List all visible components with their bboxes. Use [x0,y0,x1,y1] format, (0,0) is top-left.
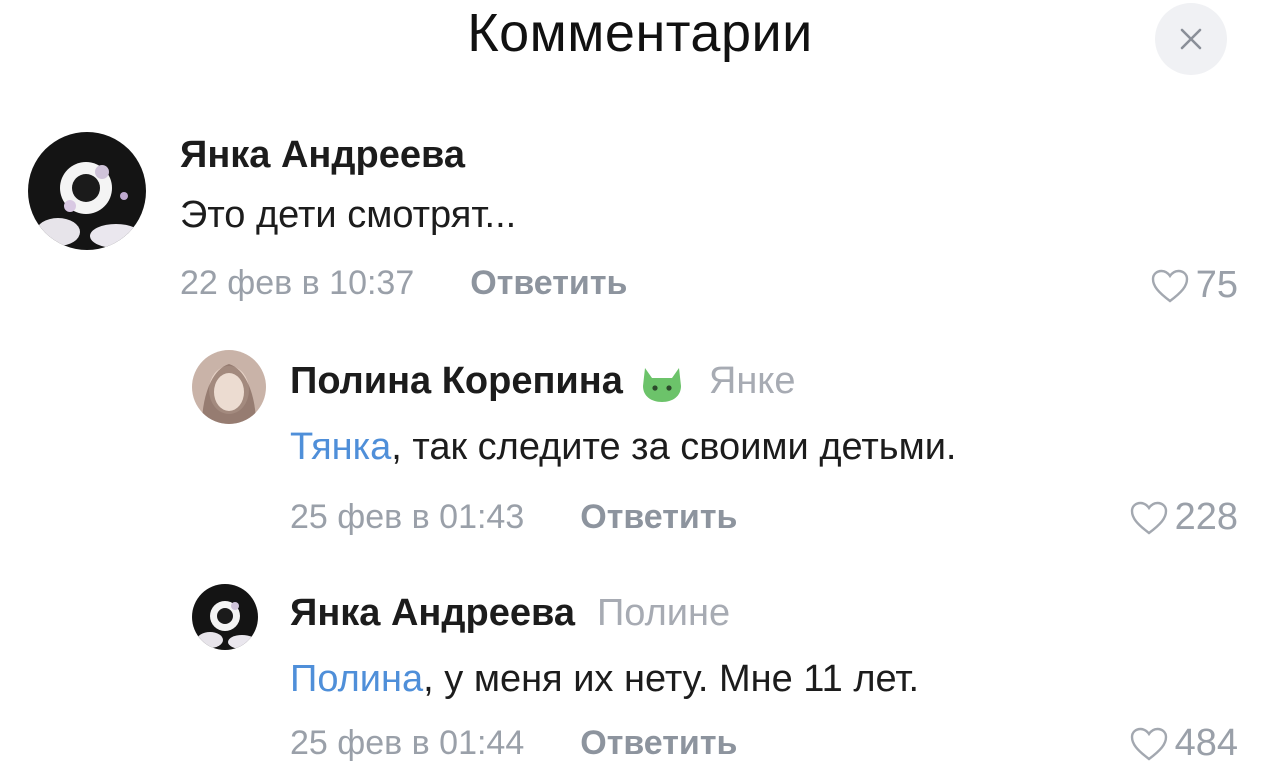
avatar-image [192,584,258,650]
comment-author[interactable]: Янка Андреева Полине [290,592,730,635]
comment-text: Полина, у меня их нету. Мне 11 лет. [290,658,919,701]
mention-link[interactable]: Полина [290,658,423,700]
comment-item: Янка Андреева Полине Полина, у меня их н… [0,0,1280,781]
reply-button[interactable]: Ответить [580,724,737,763]
comment-body: , у меня их нету. Мне 11 лет. [423,658,920,700]
like-button[interactable]: 484 [1129,722,1238,765]
comment-date: 25 фев в 01:44 [290,724,525,762]
heart-outline-icon [1130,727,1167,761]
author-name: Янка Андреева [290,592,575,634]
like-count: 484 [1174,722,1238,764]
comments-screen: Комментарии Янка Андреева Это дети смотр… [0,0,1280,781]
reply-to-label: Полине [596,592,731,634]
comment-meta: 25 фев в 01:44 Ответить [290,724,737,763]
avatar[interactable] [192,584,258,650]
